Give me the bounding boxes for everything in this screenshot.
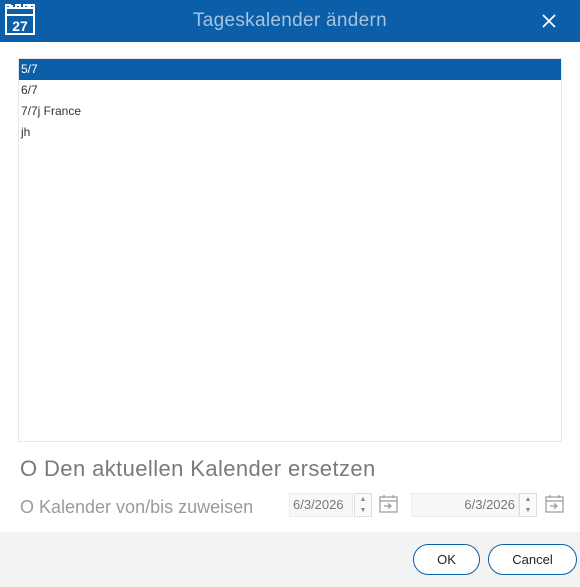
list-item[interactable]: 5/7 (19, 59, 561, 80)
window-title: Tageskalender ändern (192, 10, 388, 31)
date-from-input[interactable]: 6/3/2026 (289, 493, 353, 517)
list-item[interactable]: 7/7j France (19, 101, 561, 122)
spin-down-icon[interactable]: ▼ (355, 505, 371, 516)
close-icon[interactable] (536, 8, 562, 34)
spin-up-icon[interactable]: ▲ (520, 494, 536, 505)
date-to-spinner[interactable]: ▲ ▼ (519, 493, 537, 517)
dialog-content: 5/7 6/7 7/7j France jh O Den aktuellen K… (0, 42, 580, 532)
list-item[interactable]: 6/7 (19, 80, 561, 101)
calendar-picker-icon[interactable] (378, 493, 400, 515)
calendar-listbox[interactable]: 5/7 6/7 7/7j France jh (18, 58, 562, 442)
date-to-input[interactable]: 6/3/2026 (411, 493, 519, 517)
spin-up-icon[interactable]: ▲ (355, 494, 371, 505)
list-item[interactable]: jh (19, 122, 561, 143)
cancel-button[interactable]: Cancel (488, 544, 577, 575)
calendar-picker-icon[interactable] (544, 493, 566, 515)
assign-from-to-radio[interactable]: O Kalender von/bis zuweisen (20, 497, 253, 518)
replace-calendar-radio[interactable]: O Den aktuellen Kalender ersetzen (20, 456, 376, 482)
title-bar: 27 Tageskalender ändern (0, 0, 580, 42)
date-from-spinner[interactable]: ▲ ▼ (354, 493, 372, 517)
ok-button[interactable]: OK (413, 544, 480, 575)
spin-down-icon[interactable]: ▼ (520, 505, 536, 516)
